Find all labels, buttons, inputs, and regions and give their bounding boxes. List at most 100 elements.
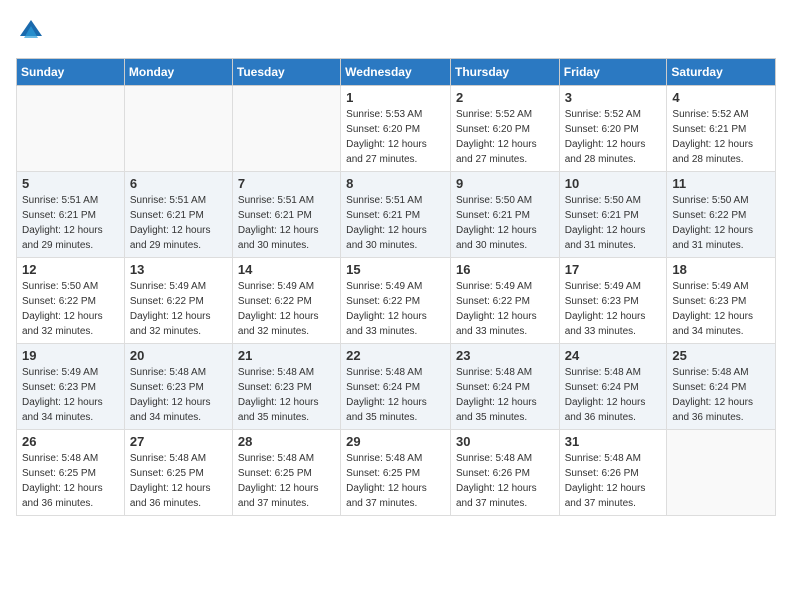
logo-icon (16, 16, 46, 46)
calendar-day-7: 7 Sunrise: 5:51 AM Sunset: 6:21 PM Daylig… (232, 172, 340, 258)
calendar-day-25: 25 Sunrise: 5:48 AM Sunset: 6:24 PM Dayli… (667, 344, 776, 430)
calendar-day-19: 19 Sunrise: 5:49 AM Sunset: 6:23 PM Dayli… (17, 344, 125, 430)
day-info: Sunrise: 5:49 AM Sunset: 6:23 PM Dayligh… (22, 365, 119, 425)
day-info: Sunrise: 5:53 AM Sunset: 6:20 PM Dayligh… (346, 107, 445, 167)
day-info: Sunrise: 5:51 AM Sunset: 6:21 PM Dayligh… (130, 193, 227, 253)
day-info: Sunrise: 5:50 AM Sunset: 6:22 PM Dayligh… (22, 279, 119, 339)
day-header-friday: Friday (559, 59, 667, 86)
day-number: 12 (22, 262, 119, 277)
day-info: Sunrise: 5:51 AM Sunset: 6:21 PM Dayligh… (22, 193, 119, 253)
day-number: 29 (346, 434, 445, 449)
day-info: Sunrise: 5:49 AM Sunset: 6:23 PM Dayligh… (672, 279, 770, 339)
calendar-day-26: 26 Sunrise: 5:48 AM Sunset: 6:25 PM Dayli… (17, 430, 125, 516)
day-number: 6 (130, 176, 227, 191)
day-number: 30 (456, 434, 554, 449)
day-number: 31 (565, 434, 662, 449)
day-number: 22 (346, 348, 445, 363)
day-number: 27 (130, 434, 227, 449)
day-info: Sunrise: 5:48 AM Sunset: 6:24 PM Dayligh… (672, 365, 770, 425)
calendar-week-row: 12 Sunrise: 5:50 AM Sunset: 6:22 PM Dayli… (17, 258, 776, 344)
calendar-day-2: 2 Sunrise: 5:52 AM Sunset: 6:20 PM Daylig… (450, 86, 559, 172)
day-number: 7 (238, 176, 335, 191)
page-header (16, 16, 776, 46)
day-info: Sunrise: 5:52 AM Sunset: 6:20 PM Dayligh… (565, 107, 662, 167)
calendar-day-21: 21 Sunrise: 5:48 AM Sunset: 6:23 PM Dayli… (232, 344, 340, 430)
day-info: Sunrise: 5:51 AM Sunset: 6:21 PM Dayligh… (346, 193, 445, 253)
calendar-day-12: 12 Sunrise: 5:50 AM Sunset: 6:22 PM Dayli… (17, 258, 125, 344)
calendar-day-29: 29 Sunrise: 5:48 AM Sunset: 6:25 PM Dayli… (341, 430, 451, 516)
day-number: 15 (346, 262, 445, 277)
day-header-wednesday: Wednesday (341, 59, 451, 86)
calendar-day-30: 30 Sunrise: 5:48 AM Sunset: 6:26 PM Dayli… (450, 430, 559, 516)
calendar-empty-cell (667, 430, 776, 516)
day-number: 28 (238, 434, 335, 449)
calendar-day-3: 3 Sunrise: 5:52 AM Sunset: 6:20 PM Daylig… (559, 86, 667, 172)
calendar-empty-cell (232, 86, 340, 172)
calendar-header-row: SundayMondayTuesdayWednesdayThursdayFrid… (17, 59, 776, 86)
calendar-day-20: 20 Sunrise: 5:48 AM Sunset: 6:23 PM Dayli… (124, 344, 232, 430)
day-info: Sunrise: 5:48 AM Sunset: 6:25 PM Dayligh… (346, 451, 445, 511)
day-number: 26 (22, 434, 119, 449)
day-header-thursday: Thursday (450, 59, 559, 86)
calendar-day-31: 31 Sunrise: 5:48 AM Sunset: 6:26 PM Dayli… (559, 430, 667, 516)
calendar-day-1: 1 Sunrise: 5:53 AM Sunset: 6:20 PM Daylig… (341, 86, 451, 172)
day-info: Sunrise: 5:52 AM Sunset: 6:21 PM Dayligh… (672, 107, 770, 167)
day-info: Sunrise: 5:49 AM Sunset: 6:22 PM Dayligh… (130, 279, 227, 339)
calendar-day-14: 14Sunrise: 5:49 AM Sunset: 6:22 PM Dayli… (232, 258, 340, 344)
day-info: Sunrise: 5:49 AM Sunset: 6:23 PM Dayligh… (565, 279, 662, 339)
day-number: 23 (456, 348, 554, 363)
day-number: 1 (346, 90, 445, 105)
day-header-tuesday: Tuesday (232, 59, 340, 86)
day-number: 24 (565, 348, 662, 363)
day-info: Sunrise: 5:51 AM Sunset: 6:21 PM Dayligh… (238, 193, 335, 253)
day-number: 8 (346, 176, 445, 191)
day-number: 13 (130, 262, 227, 277)
calendar-day-10: 10 Sunrise: 5:50 AM Sunset: 6:21 PM Dayli… (559, 172, 667, 258)
day-number: 18 (672, 262, 770, 277)
day-number: 2 (456, 90, 554, 105)
calendar-day-8: 8 Sunrise: 5:51 AM Sunset: 6:21 PM Daylig… (341, 172, 451, 258)
day-info: Sunrise: 5:48 AM Sunset: 6:23 PM Dayligh… (238, 365, 335, 425)
day-info: Sunrise: 5:48 AM Sunset: 6:24 PM Dayligh… (346, 365, 445, 425)
day-header-sunday: Sunday (17, 59, 125, 86)
day-info: Sunrise: 5:48 AM Sunset: 6:24 PM Dayligh… (456, 365, 554, 425)
day-number: 25 (672, 348, 770, 363)
day-info: Sunrise: 5:52 AM Sunset: 6:20 PM Dayligh… (456, 107, 554, 167)
day-number: 9 (456, 176, 554, 191)
day-number: 4 (672, 90, 770, 105)
calendar-day-6: 6 Sunrise: 5:51 AM Sunset: 6:21 PM Daylig… (124, 172, 232, 258)
day-number: 10 (565, 176, 662, 191)
day-number: 16 (456, 262, 554, 277)
day-number: 5 (22, 176, 119, 191)
day-header-monday: Monday (124, 59, 232, 86)
day-info: Sunrise: 5:49 AM Sunset: 6:22 PM Dayligh… (238, 279, 335, 339)
day-info: Sunrise: 5:48 AM Sunset: 6:25 PM Dayligh… (238, 451, 335, 511)
day-info: Sunrise: 5:50 AM Sunset: 6:21 PM Dayligh… (565, 193, 662, 253)
calendar-day-13: 13 Sunrise: 5:49 AM Sunset: 6:22 PM Dayli… (124, 258, 232, 344)
day-number: 17 (565, 262, 662, 277)
calendar-day-27: 27 Sunrise: 5:48 AM Sunset: 6:25 PM Dayli… (124, 430, 232, 516)
day-info: Sunrise: 5:49 AM Sunset: 6:22 PM Dayligh… (346, 279, 445, 339)
day-info: Sunrise: 5:48 AM Sunset: 6:25 PM Dayligh… (22, 451, 119, 511)
calendar-day-24: 24 Sunrise: 5:48 AM Sunset: 6:24 PM Dayli… (559, 344, 667, 430)
calendar-day-16: 16Sunrise: 5:49 AM Sunset: 6:22 PM Dayli… (450, 258, 559, 344)
day-number: 3 (565, 90, 662, 105)
day-number: 20 (130, 348, 227, 363)
day-header-saturday: Saturday (667, 59, 776, 86)
calendar-day-15: 15 Sunrise: 5:49 AM Sunset: 6:22 PM Dayli… (341, 258, 451, 344)
day-info: Sunrise: 5:48 AM Sunset: 6:26 PM Dayligh… (456, 451, 554, 511)
calendar-table: SundayMondayTuesdayWednesdayThursdayFrid… (16, 58, 776, 516)
day-info: Sunrise: 5:48 AM Sunset: 6:25 PM Dayligh… (130, 451, 227, 511)
day-info: Sunrise: 5:50 AM Sunset: 6:21 PM Dayligh… (456, 193, 554, 253)
calendar-day-22: 22 Sunrise: 5:48 AM Sunset: 6:24 PM Dayli… (341, 344, 451, 430)
day-info: Sunrise: 5:48 AM Sunset: 6:26 PM Dayligh… (565, 451, 662, 511)
day-number: 21 (238, 348, 335, 363)
calendar-day-17: 17 Sunrise: 5:49 AM Sunset: 6:23 PM Dayli… (559, 258, 667, 344)
calendar-week-row: 26 Sunrise: 5:48 AM Sunset: 6:25 PM Dayli… (17, 430, 776, 516)
day-info: Sunrise: 5:48 AM Sunset: 6:23 PM Dayligh… (130, 365, 227, 425)
day-info: Sunrise: 5:48 AM Sunset: 6:24 PM Dayligh… (565, 365, 662, 425)
logo (16, 16, 50, 46)
calendar-day-23: 23 Sunrise: 5:48 AM Sunset: 6:24 PM Dayli… (450, 344, 559, 430)
day-number: 19 (22, 348, 119, 363)
calendar-day-18: 18 Sunrise: 5:49 AM Sunset: 6:23 PM Dayli… (667, 258, 776, 344)
